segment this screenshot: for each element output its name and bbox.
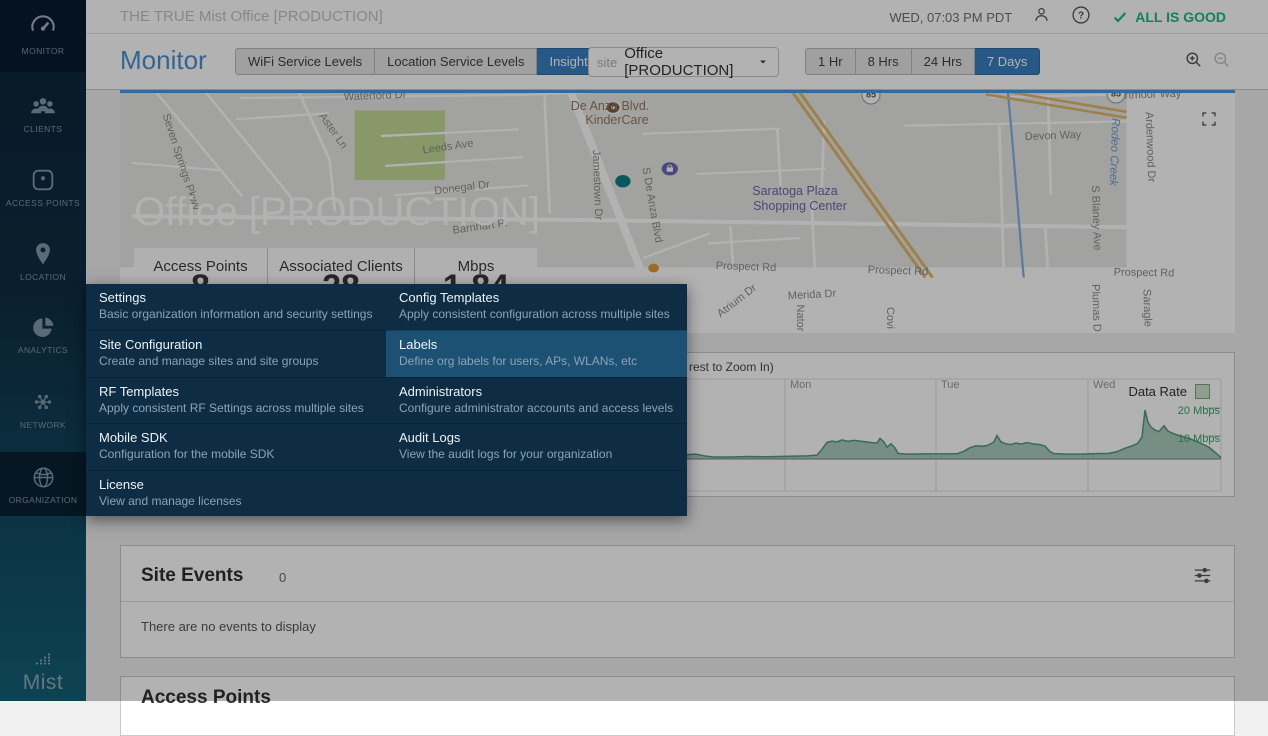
menu-item-title: RF Templates <box>99 384 374 400</box>
menu-item-title: Audit Logs <box>399 430 675 446</box>
menu-item-rf-templates[interactable]: RF Templates Apply consistent RF Setting… <box>86 377 386 423</box>
menu-item-audit-logs[interactable]: Audit Logs View the audit logs for your … <box>386 423 687 469</box>
menu-item-administrators[interactable]: Administrators Configure administrator a… <box>386 377 687 423</box>
menu-item-title: Administrators <box>399 384 675 400</box>
menu-item-desc: Configure administrator accounts and acc… <box>399 401 675 416</box>
menu-item-desc: Configuration for the mobile SDK <box>99 447 374 462</box>
menu-item-title: Config Templates <box>399 290 675 306</box>
menu-item-labels[interactable]: Labels Define org labels for users, APs,… <box>386 330 687 376</box>
menu-item-desc: Define org labels for users, APs, WLANs,… <box>399 354 675 369</box>
menu-item-desc: Create and manage sites and site groups <box>99 354 374 369</box>
menu-item-license[interactable]: License View and manage licenses <box>86 470 386 516</box>
menu-item-title: Mobile SDK <box>99 430 374 446</box>
organization-menu: Settings Basic organization information … <box>86 284 687 516</box>
menu-item-title: Site Configuration <box>99 337 374 353</box>
menu-empty-cell <box>386 470 687 516</box>
menu-item-desc: View and manage licenses <box>99 494 374 509</box>
menu-item-desc: View the audit logs for your organizatio… <box>399 447 675 462</box>
menu-item-desc: Apply consistent RF Settings across mult… <box>99 401 374 416</box>
menu-item-title: Settings <box>99 290 374 306</box>
menu-item-title: License <box>99 477 374 493</box>
menu-item-site-configuration[interactable]: Site Configuration Create and manage sit… <box>86 330 386 376</box>
menu-item-mobile-sdk[interactable]: Mobile SDK Configuration for the mobile … <box>86 423 386 469</box>
menu-item-desc: Basic organization information and secur… <box>99 307 374 322</box>
menu-item-title: Labels <box>399 337 675 353</box>
menu-item-desc: Apply consistent configuration across mu… <box>399 307 675 322</box>
menu-item-config-templates[interactable]: Config Templates Apply consistent config… <box>386 284 687 330</box>
menu-item-settings[interactable]: Settings Basic organization information … <box>86 284 386 330</box>
